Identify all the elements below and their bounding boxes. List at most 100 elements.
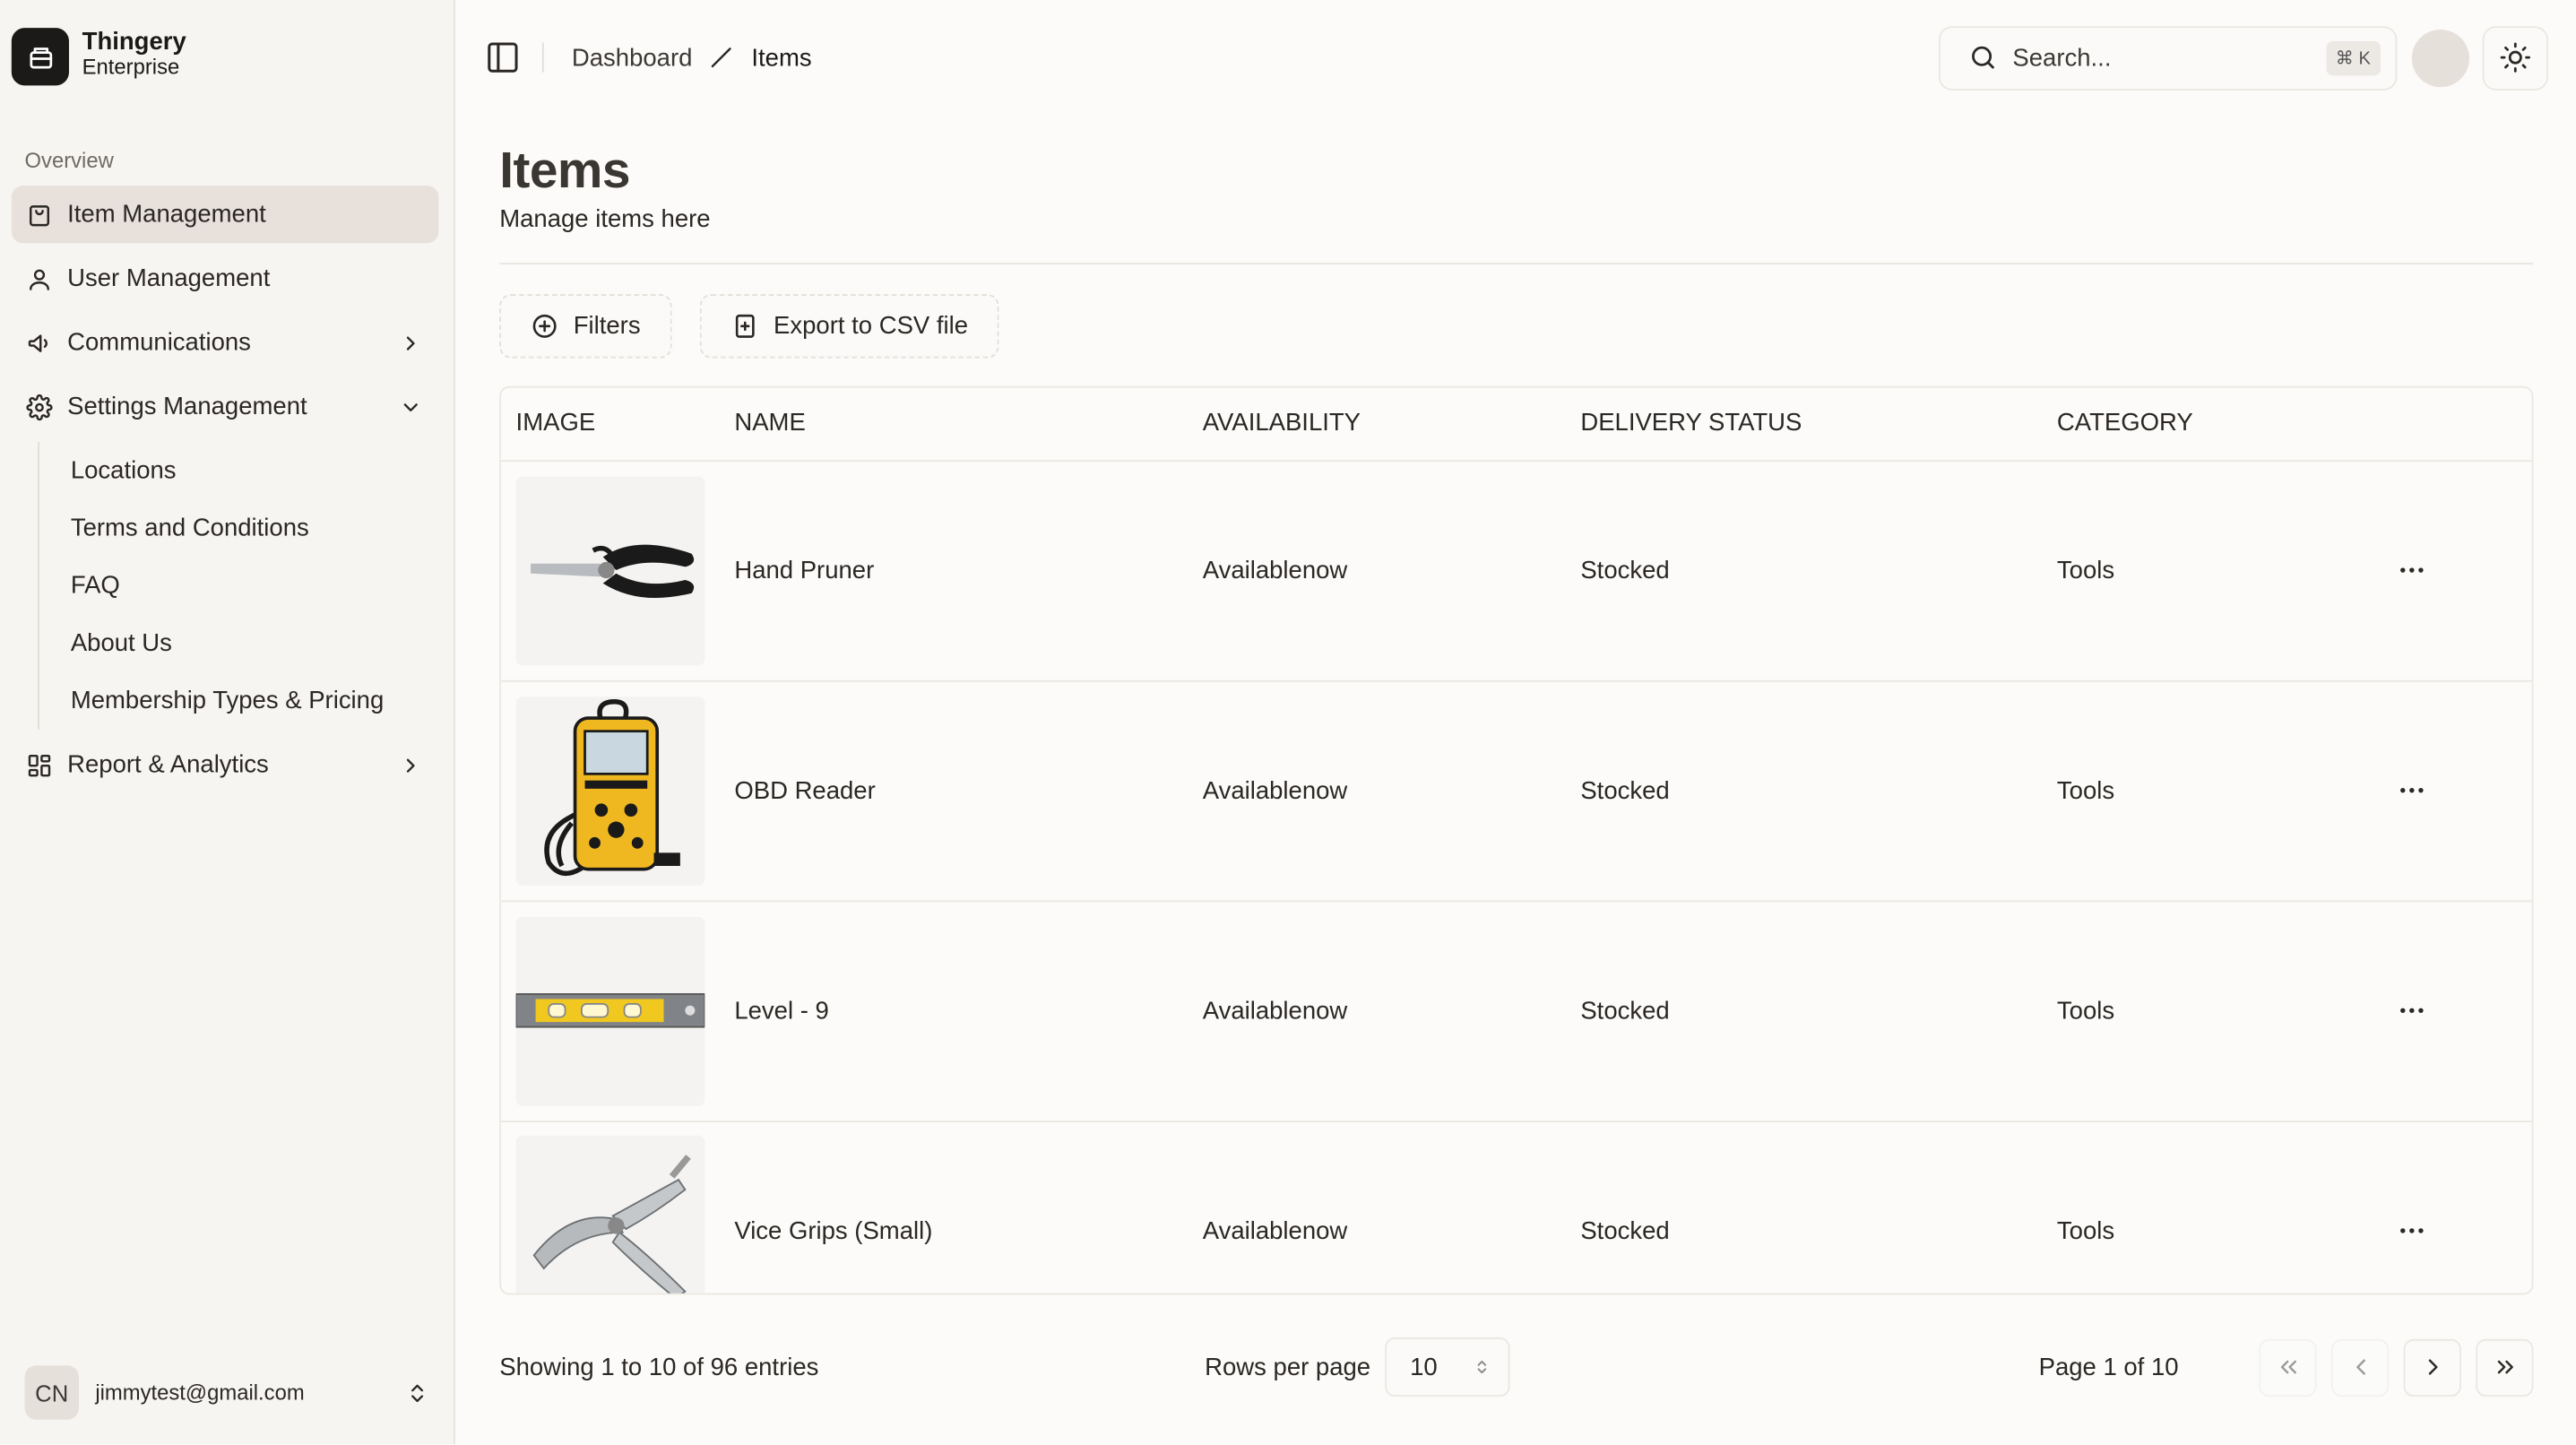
sidebar-item-communications[interactable]: Communications: [12, 314, 439, 371]
sidebar-item-user-management[interactable]: User Management: [12, 250, 439, 307]
sidebar-item-label: User Management: [67, 264, 271, 293]
rows-per-page-value: 10: [1410, 1353, 1438, 1381]
settings-submenu: Locations Terms and Conditions FAQ About…: [38, 442, 454, 730]
item-delivery-status: Stocked: [1565, 679, 2043, 902]
item-delivery-status: Stocked: [1565, 1121, 2043, 1294]
search-icon: [1968, 43, 1998, 73]
pagination: [2259, 1337, 2534, 1397]
sidebar-item-label: Report & Analytics: [67, 750, 269, 779]
chevrons-right-icon: [2492, 1354, 2518, 1380]
sun-icon: [2499, 41, 2532, 74]
table-row[interactable]: Level - 9 Availablenow Stocked Tools: [501, 900, 2532, 1122]
sidebar: Thingery Enterprise Overview Item Manage…: [0, 0, 455, 1445]
entries-summary: Showing 1 to 10 of 96 entries: [499, 1353, 819, 1381]
table-row[interactable]: Hand Pruner Availablenow Stocked Tools: [501, 460, 2532, 681]
sidebar-subitem-about-us[interactable]: About Us: [41, 615, 454, 672]
last-page-button[interactable]: [2476, 1337, 2534, 1397]
chevrons-up-down-icon: [1474, 1357, 1491, 1377]
item-category: Tools: [2042, 900, 2380, 1122]
user-email: jimmytest@gmail.com: [95, 1380, 305, 1406]
rows-per-page-select[interactable]: 10: [1385, 1337, 1510, 1397]
dashboard-grid-icon: [26, 752, 52, 778]
item-availability: Availablenow: [1188, 679, 1566, 902]
page-subtitle: Manage items here: [499, 205, 711, 234]
more-options-icon[interactable]: [2394, 552, 2517, 588]
keyboard-shortcut: ⌘ K: [2325, 39, 2382, 75]
export-label: Export to CSV file: [774, 312, 969, 341]
more-options-icon[interactable]: [2394, 1213, 2517, 1249]
brand-logo-icon: [11, 28, 69, 86]
column-header-delivery-status[interactable]: DELIVERY STATUS: [1565, 387, 2043, 462]
sidebar-subitem-terms[interactable]: Terms and Conditions: [41, 499, 454, 557]
item-category: Tools: [2042, 1121, 2380, 1294]
sidebar-subitem-locations[interactable]: Locations: [41, 442, 454, 499]
slash-separator-icon: [709, 44, 735, 70]
sidebar-item-report-analytics[interactable]: Report & Analytics: [12, 736, 439, 793]
page-info: Page 1 of 10: [2038, 1353, 2179, 1381]
chevron-down-icon: [399, 395, 422, 419]
column-header-availability[interactable]: AVAILABILITY: [1188, 387, 1566, 462]
brand[interactable]: Thingery Enterprise: [0, 0, 454, 115]
item-name: Hand Pruner: [719, 460, 1189, 681]
item-availability: Availablenow: [1188, 460, 1566, 681]
sidebar-toggle-icon[interactable]: [485, 39, 521, 75]
table-header-row: IMAGE NAME AVAILABILITY DELIVERY STATUS …: [501, 387, 2532, 462]
search-input[interactable]: Search... ⌘ K: [1938, 25, 2398, 90]
table-footer: Showing 1 to 10 of 96 entries Rows per p…: [455, 1294, 2576, 1397]
export-csv-button[interactable]: Export to CSV file: [699, 294, 999, 359]
sidebar-subitem-faq[interactable]: FAQ: [41, 557, 454, 614]
first-page-button[interactable]: [2259, 1337, 2317, 1397]
more-options-icon[interactable]: [2394, 992, 2517, 1028]
chevrons-up-down-icon: [406, 1381, 429, 1405]
item-image-vice-grips: [515, 1134, 705, 1294]
breadcrumb-dashboard[interactable]: Dashboard: [572, 44, 693, 72]
topbar: Dashboard Items Search... ⌘ K: [455, 0, 2576, 115]
sidebar-item-label: Communications: [67, 328, 251, 357]
shopping-bag-icon: [26, 202, 52, 228]
column-header-name[interactable]: NAME: [719, 387, 1189, 462]
filters-label: Filters: [573, 312, 641, 341]
gear-icon: [26, 394, 53, 420]
rows-per-page-label: Rows per page: [1205, 1353, 1371, 1381]
item-availability: Availablenow: [1188, 900, 1566, 1122]
item-category: Tools: [2042, 679, 2380, 902]
sidebar-item-settings-management[interactable]: Settings Management: [12, 378, 439, 436]
item-image-obd-reader: [515, 696, 705, 886]
item-category: Tools: [2042, 460, 2380, 681]
column-header-category[interactable]: CATEGORY: [2042, 387, 2380, 462]
sidebar-item-label: Settings Management: [67, 393, 307, 421]
item-delivery-status: Stocked: [1565, 900, 2043, 1122]
sidebar-subitem-membership[interactable]: Membership Types & Pricing: [41, 672, 454, 730]
sidebar-item-item-management[interactable]: Item Management: [11, 186, 439, 244]
main-content: Dashboard Items Search... ⌘ K Items Mana…: [455, 0, 2576, 1444]
column-header-actions: [2379, 387, 2532, 462]
item-name: OBD Reader: [719, 679, 1189, 902]
breadcrumb-items: Items: [751, 43, 812, 72]
item-availability: Availablenow: [1188, 1121, 1566, 1294]
item-image-hand-pruner: [515, 475, 705, 665]
previous-page-button[interactable]: [2331, 1337, 2390, 1397]
item-name: Level - 9: [719, 900, 1189, 1122]
megaphone-icon: [26, 330, 52, 356]
column-header-image[interactable]: IMAGE: [501, 387, 720, 462]
chevron-right-icon: [2419, 1354, 2445, 1380]
user-icon: [26, 265, 52, 291]
more-options-icon[interactable]: [2394, 773, 2517, 809]
avatar: CN: [24, 1365, 79, 1420]
plus-circle-icon: [531, 312, 558, 340]
filters-button[interactable]: Filters: [499, 294, 672, 359]
chevron-right-icon: [399, 753, 422, 776]
item-image-level: [515, 915, 705, 1105]
brand-name: Thingery: [82, 28, 186, 56]
chevron-right-icon: [399, 331, 422, 354]
user-menu[interactable]: CN jimmytest@gmail.com: [24, 1365, 429, 1420]
theme-toggle-button[interactable]: [2482, 25, 2548, 90]
next-page-button[interactable]: [2403, 1337, 2461, 1397]
brand-subtitle: Enterprise: [82, 54, 180, 80]
user-avatar[interactable]: [2411, 29, 2469, 87]
divider: [541, 42, 544, 73]
table-row[interactable]: Vice Grips (Small) Availablenow Stocked …: [501, 1121, 2532, 1294]
table-row[interactable]: OBD Reader Availablenow Stocked Tools: [501, 679, 2532, 902]
items-table: IMAGE NAME AVAILABILITY DELIVERY STATUS …: [499, 385, 2534, 1295]
item-delivery-status: Stocked: [1565, 460, 2043, 681]
